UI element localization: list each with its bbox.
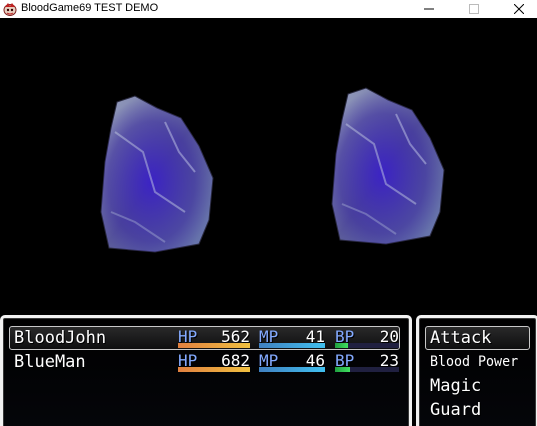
scroll-down-arrow-icon[interactable] [471,421,483,426]
window-title: BloodGame69 TEST DEMO [21,2,159,14]
command-guard[interactable]: Guard [430,399,481,421]
party-member-row[interactable]: BloodJohn HP 562 MP 41 BP 20 [10,327,399,349]
mp-label: MP [259,327,279,346]
game-app-icon [2,1,18,17]
party-member-row[interactable]: BlueMan HP 682 MP 46 BP 23 [10,351,399,373]
close-icon[interactable] [504,0,534,18]
mp-gauge: MP 41 [259,327,325,349]
hp-value: 682 [221,351,250,370]
hp-label: HP [178,351,198,370]
mp-value: 41 [305,327,325,346]
mp-gauge: MP 46 [259,351,325,373]
minimize-icon[interactable] [414,0,444,18]
hp-value: 562 [221,327,250,346]
title-bar: BloodGame69 TEST DEMO [0,0,537,18]
actor-name: BlueMan [14,352,86,372]
hp-gauge: HP 562 [178,327,250,349]
bp-label: BP [335,327,355,346]
bp-value: 23 [379,351,399,370]
bp-gauge: BP 20 [335,327,399,349]
mp-value: 46 [305,351,325,370]
rock-monster-sprite[interactable] [95,92,223,254]
actor-name: BloodJohn [14,328,107,348]
battle-scene [0,18,537,312]
rock-monster-sprite[interactable] [326,84,452,246]
mp-label: MP [259,351,279,370]
bp-value: 20 [379,327,399,346]
command-attack[interactable]: Attack [430,327,491,349]
command-magic[interactable]: Magic [430,375,481,397]
bp-gauge: BP 23 [335,351,399,373]
hp-gauge: HP 682 [178,351,250,373]
hp-label: HP [178,327,198,346]
command-blood-power[interactable]: Blood Power [430,351,518,373]
bp-label: BP [335,351,355,370]
maximize-icon[interactable] [459,0,489,18]
